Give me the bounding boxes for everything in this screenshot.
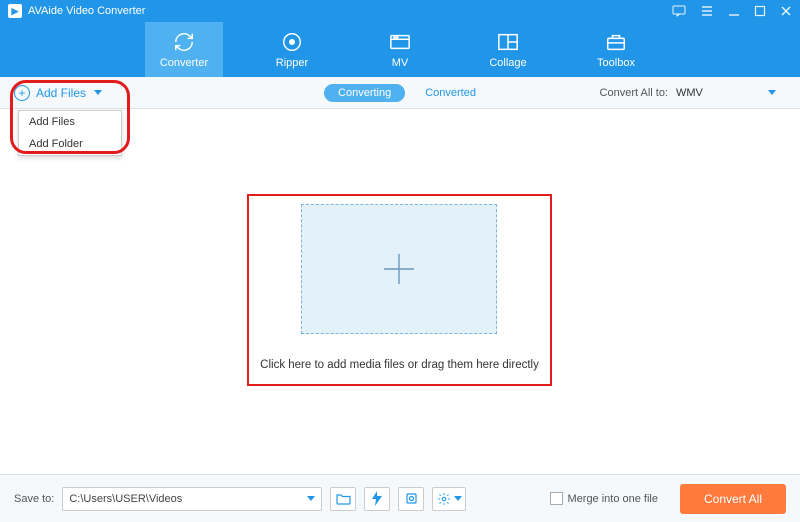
dropzone-hint: Click here to add media files or drag th… bbox=[247, 359, 552, 371]
chevron-down-icon bbox=[94, 90, 102, 95]
chevron-down-icon bbox=[454, 496, 462, 501]
add-files-button[interactable]: + Add Files bbox=[14, 85, 102, 101]
footer-bar: Save to: C:\Users\USER\Videos Merge into… bbox=[0, 474, 800, 522]
dropdown-add-files[interactable]: Add Files bbox=[19, 111, 121, 133]
feedback-icon[interactable] bbox=[672, 5, 686, 17]
close-icon[interactable] bbox=[780, 5, 792, 17]
settings-button[interactable] bbox=[432, 487, 466, 511]
title-bar: ▶ AVAide Video Converter bbox=[0, 0, 800, 22]
main-area: Click here to add media files or drag th… bbox=[0, 110, 800, 474]
tab-converted[interactable]: Converted bbox=[425, 87, 476, 99]
app-logo-icon: ▶ bbox=[8, 4, 22, 18]
mv-icon bbox=[389, 31, 411, 53]
save-to-label: Save to: bbox=[14, 493, 54, 505]
app-title: AVAide Video Converter bbox=[28, 5, 145, 17]
tab-converter[interactable]: Converter bbox=[145, 22, 223, 77]
merge-checkbox[interactable] bbox=[550, 492, 563, 505]
flash-button[interactable] bbox=[364, 487, 390, 511]
convert-all-to: Convert All to: WMV bbox=[600, 83, 786, 103]
minimize-icon[interactable] bbox=[728, 5, 740, 17]
converter-icon bbox=[173, 31, 195, 53]
sub-toolbar: + Add Files Converting Converted Convert… bbox=[0, 77, 800, 109]
menu-icon[interactable] bbox=[700, 5, 714, 17]
dropdown-add-folder[interactable]: Add Folder bbox=[19, 133, 121, 155]
tab-mv[interactable]: MV bbox=[361, 22, 439, 77]
convert-all-button[interactable]: Convert All bbox=[680, 484, 786, 514]
toolbox-icon bbox=[605, 31, 627, 53]
plus-circle-icon: + bbox=[14, 85, 30, 101]
maximize-icon[interactable] bbox=[754, 5, 766, 17]
tab-ripper[interactable]: Ripper bbox=[253, 22, 331, 77]
add-files-dropdown: Add Files Add Folder bbox=[18, 110, 122, 156]
dropzone[interactable] bbox=[301, 204, 497, 334]
collage-icon bbox=[497, 31, 519, 53]
ripper-icon bbox=[281, 31, 303, 53]
tab-converting[interactable]: Converting bbox=[324, 84, 405, 102]
window-controls bbox=[672, 5, 792, 17]
gpu-button[interactable] bbox=[398, 487, 424, 511]
plus-icon bbox=[378, 248, 420, 290]
main-tabs: Converter Ripper MV Collage Toolbox bbox=[0, 22, 800, 77]
tab-collage[interactable]: Collage bbox=[469, 22, 547, 77]
output-format-select[interactable]: WMV bbox=[676, 83, 786, 103]
save-path-input[interactable]: C:\Users\USER\Videos bbox=[62, 487, 322, 511]
browse-folder-button[interactable] bbox=[330, 487, 356, 511]
conversion-status-tabs: Converting Converted bbox=[324, 84, 476, 102]
chevron-down-icon bbox=[307, 496, 315, 501]
merge-checkbox-group: Merge into one file bbox=[550, 492, 659, 505]
tab-toolbox[interactable]: Toolbox bbox=[577, 22, 655, 77]
chevron-down-icon bbox=[768, 90, 776, 95]
